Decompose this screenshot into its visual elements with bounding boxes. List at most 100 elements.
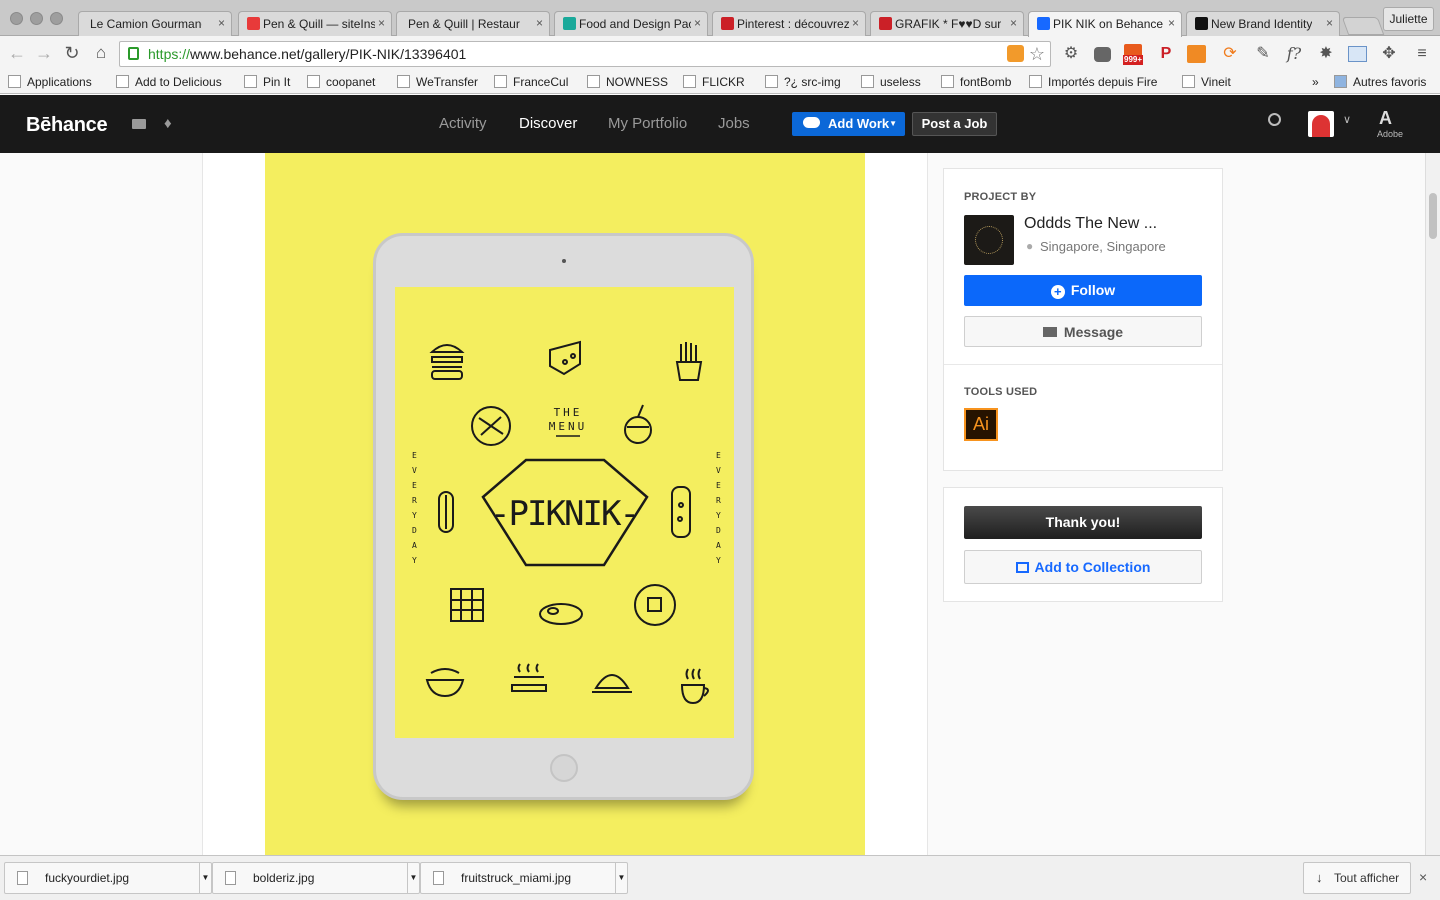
nav-activity[interactable]: Activity (439, 115, 487, 132)
address-bar[interactable]: https://www.behance.net/gallery/PIK-NIK/… (119, 41, 1051, 67)
close-tab-icon[interactable]: × (1168, 16, 1175, 30)
bookmark-item[interactable]: fontBomb (941, 74, 1011, 90)
download-item[interactable]: fuckyourdiet.jpg ▼ (4, 862, 212, 894)
bookmark-item[interactable]: Applications (8, 74, 92, 90)
bookmark-item[interactable]: ?¿ src-img (765, 74, 841, 90)
analytics-icon[interactable] (1187, 45, 1206, 63)
zoom-window-button[interactable] (50, 12, 63, 25)
bookmark-item[interactable]: Pin It (244, 74, 290, 90)
follow-button[interactable]: + Follow (964, 275, 1202, 306)
bookmark-item[interactable]: coopanet (307, 74, 375, 90)
move-icon[interactable]: ✥ (1379, 44, 1399, 64)
collection-icon (1015, 562, 1029, 573)
bookmark-item[interactable]: NOWNESS (587, 74, 668, 90)
pinterest-icon[interactable]: P (1156, 44, 1176, 64)
chevron-down-icon[interactable]: ∨ (1343, 113, 1351, 126)
bookmark-item[interactable]: Add to Delicious (116, 74, 222, 90)
favicon-icon (1195, 17, 1208, 30)
close-tab-icon[interactable]: × (536, 16, 543, 30)
bookmark-item[interactable]: Importés depuis Fire (1029, 74, 1157, 90)
download-item[interactable]: bolderiz.jpg ▼ (212, 862, 420, 894)
page-scrollbar[interactable] (1425, 153, 1440, 855)
profile-button[interactable]: Juliette (1383, 7, 1434, 31)
everyday-right-text: EVERYDAY (716, 451, 721, 565)
download-menu-caret[interactable]: ▼ (615, 863, 627, 893)
bookmark-item[interactable]: WeTransfer (397, 74, 478, 90)
download-item[interactable]: fruitstruck_miami.jpg ▼ (420, 862, 628, 894)
browser-tab[interactable]: Pen & Quill | Restaurant × (396, 11, 550, 36)
mail-icon[interactable] (132, 119, 146, 129)
nav-my-portfolio[interactable]: My Portfolio (608, 115, 687, 132)
browser-tab[interactable]: Pen & Quill — siteInspire× (238, 11, 392, 36)
font-inspector-icon[interactable]: f? (1284, 44, 1304, 64)
feed-extension-icon[interactable]: 999+ (1123, 44, 1146, 65)
bell-icon[interactable]: ♦ (164, 115, 172, 132)
add-to-collection-button[interactable]: Add to Collection (964, 550, 1202, 584)
back-arrow-icon[interactable]: ← (6, 42, 28, 64)
forward-arrow-icon[interactable]: → (33, 42, 55, 64)
menu-icon[interactable]: ≡ (1412, 44, 1432, 64)
show-all-downloads-button[interactable]: ↓ Tout afficher (1303, 862, 1411, 894)
add-work-button[interactable]: Add Work ▼ (792, 112, 905, 136)
browser-tab[interactable]: Pinterest : découvrez × (712, 11, 866, 36)
close-tab-icon[interactable]: × (852, 16, 859, 30)
browser-tab[interactable]: Le Camion Gourmand × (78, 11, 232, 36)
scrollbar-thumb[interactable] (1429, 193, 1437, 239)
close-downloads-icon[interactable]: × (1419, 869, 1427, 885)
refresh-extension-icon[interactable]: ⟳ (1220, 44, 1240, 64)
home-icon[interactable]: ⌂ (90, 42, 112, 64)
minimize-window-button[interactable] (30, 12, 43, 25)
ipad-home-button (550, 754, 578, 782)
bookmark-icon (8, 75, 21, 88)
menu-title-line2: MENU (549, 420, 588, 433)
browser-tab[interactable]: GRAFIK * F♥♥D sur × (870, 11, 1024, 36)
close-tab-icon[interactable]: × (1010, 16, 1017, 30)
close-tab-icon[interactable]: × (694, 16, 701, 30)
message-button[interactable]: Message (964, 316, 1202, 347)
settings-gear-icon[interactable]: ⚙ (1061, 44, 1081, 64)
close-window-button[interactable] (10, 12, 23, 25)
window-resizer-icon[interactable] (1348, 46, 1367, 62)
owner-avatar[interactable] (964, 215, 1014, 265)
download-filename: fuckyourdiet.jpg (45, 871, 130, 885)
nav-discover[interactable]: Discover (519, 115, 577, 132)
adobe-icon[interactable]: A (1379, 108, 1392, 129)
burger-icon (429, 344, 465, 380)
behance-logo[interactable]: Bēhance (26, 114, 108, 137)
thank-you-button[interactable]: Thank you! (964, 506, 1202, 539)
tab-title: GRAFIK * F♥♥D sur (895, 17, 1002, 31)
bookmark-item[interactable]: FranceCul (494, 74, 568, 90)
illustrator-icon[interactable]: Ai (964, 408, 998, 441)
close-tab-icon[interactable]: × (378, 16, 385, 30)
other-bookmarks-folder[interactable]: Autres favoris (1334, 74, 1426, 90)
bug-icon[interactable]: ✸ (1316, 44, 1336, 64)
browser-tab[interactable]: Food and Design Pack × (554, 11, 708, 36)
reload-icon[interactable]: ↻ (61, 42, 83, 64)
close-tab-icon[interactable]: × (218, 16, 225, 30)
download-filename: bolderiz.jpg (253, 871, 315, 885)
browser-tab[interactable]: PIK NIK on Behance × (1028, 11, 1182, 37)
download-menu-caret[interactable]: ▼ (407, 863, 419, 893)
new-tab-button[interactable] (1341, 17, 1385, 35)
star-icon[interactable]: ☆ (1029, 42, 1045, 66)
owner-name[interactable]: Oddds The New ... (1024, 215, 1157, 233)
favicon-icon (563, 17, 576, 30)
close-tab-icon[interactable]: × (1326, 16, 1333, 30)
bookmark-item[interactable]: FLICKR (683, 74, 745, 90)
bookmarks-overflow-button[interactable]: » (1312, 74, 1319, 90)
steak-icon (539, 603, 583, 625)
bookmark-item[interactable]: Vineit (1182, 74, 1231, 90)
search-icon[interactable] (1268, 113, 1281, 126)
bookmark-label: Pin It (263, 75, 291, 89)
post-job-button[interactable]: Post a Job (912, 112, 997, 136)
bookmark-item[interactable]: useless (861, 74, 921, 90)
browser-tab[interactable]: New Brand Identity × (1186, 11, 1340, 36)
nav-jobs[interactable]: Jobs (718, 115, 750, 132)
rss-icon[interactable] (1007, 45, 1024, 62)
adobe-label: Adobe (1377, 129, 1404, 139)
download-menu-caret[interactable]: ▼ (199, 863, 211, 893)
bookmark-icon (307, 75, 320, 88)
pocket-icon[interactable] (1094, 47, 1111, 62)
user-avatar[interactable] (1308, 111, 1334, 137)
eyedropper-icon[interactable]: ✎ (1253, 44, 1273, 64)
